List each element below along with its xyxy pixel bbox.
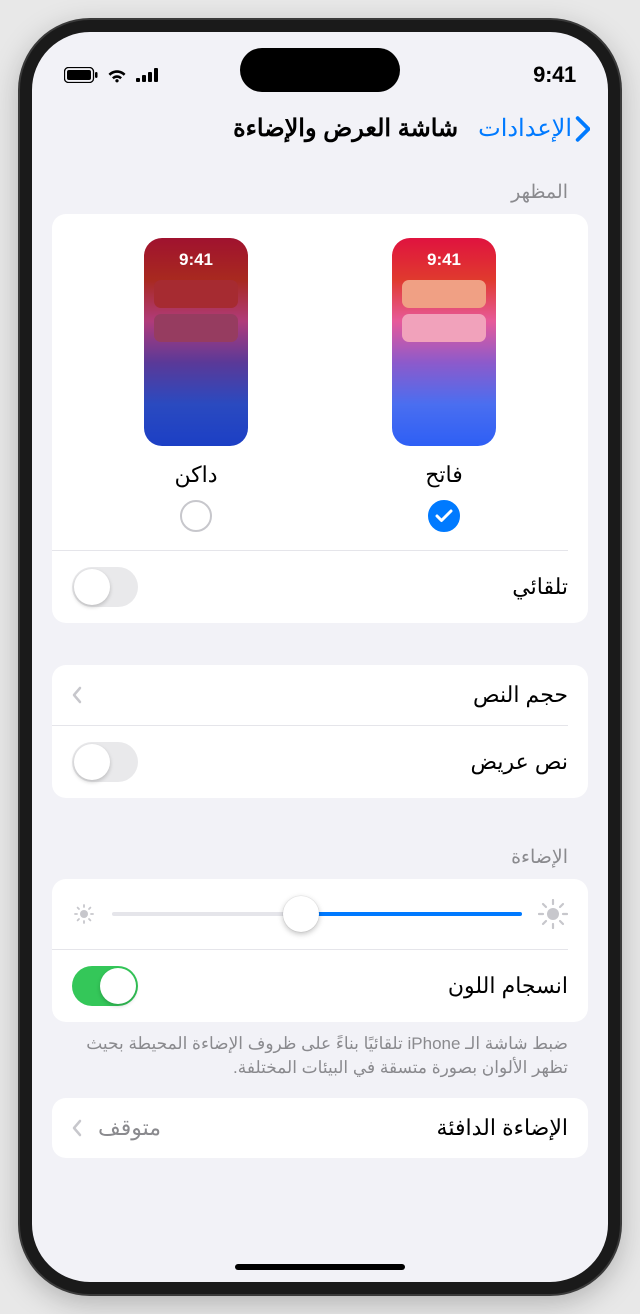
page-title: شاشة العرض والإضاءة [233,114,458,143]
night-shift-row[interactable]: الإضاءة الدافئة متوقف [52,1098,588,1158]
automatic-label: تلقائي [512,574,568,600]
brightness-header: الإضاءة [52,798,588,879]
dark-widget-1 [154,280,238,308]
wifi-icon [106,67,128,83]
text-size-label: حجم النص [473,682,568,708]
dark-label: داكن [174,462,217,488]
dark-radio[interactable] [180,500,212,532]
dark-widget-2 [154,314,238,342]
brightness-slider[interactable] [112,912,522,916]
true-tone-label: انسجام اللون [448,973,568,999]
night-shift-value: متوقف [98,1115,161,1141]
light-widget-2 [402,314,486,342]
sun-max-icon [538,899,568,929]
back-label: الإعدادات [478,114,572,143]
automatic-toggle[interactable] [72,567,138,607]
chevron-right-icon [574,116,590,142]
dynamic-island [240,48,400,92]
bold-text-label: نص عريض [470,749,568,775]
light-label: فاتح [425,462,463,488]
cellular-icon [136,68,158,82]
light-preview: 9:41 [392,238,496,446]
light-radio[interactable] [428,500,460,532]
true-tone-row[interactable]: انسجام اللون [52,950,588,1022]
bold-text-row[interactable]: نص عريض [52,726,588,798]
automatic-row[interactable]: تلقائي [52,551,588,623]
text-card: حجم النص نص عريض [52,665,588,798]
light-mini-time: 9:41 [392,250,496,270]
appearance-card: 9:41 فاتح 9:41 [52,214,588,623]
text-size-row[interactable]: حجم النص [52,665,588,725]
nav-bar: الإعدادات شاشة العرض والإضاءة [32,102,608,161]
light-widget-1 [402,280,486,308]
appearance-header: المظهر [52,161,588,214]
sun-min-icon [72,902,96,926]
night-shift-card: الإضاءة الدافئة متوقف [52,1098,588,1158]
status-time: 9:41 [533,62,576,88]
home-indicator[interactable] [235,1264,405,1270]
night-shift-label: الإضاءة الدافئة [437,1115,568,1141]
chevron-left-icon [72,686,82,704]
true-tone-toggle[interactable] [72,966,138,1006]
back-button[interactable]: الإعدادات [478,114,590,143]
dark-preview: 9:41 [144,238,248,446]
true-tone-note: ضبط شاشة الـ iPhone تلقائيًا بناءً على ظ… [52,1022,588,1098]
appearance-option-light[interactable]: 9:41 فاتح [392,238,496,532]
bold-text-toggle[interactable] [72,742,138,782]
checkmark-icon [435,509,453,523]
dark-mini-time: 9:41 [144,250,248,270]
phone-frame: 9:41 الإعدادات شاشة العرض والإضاءة المظه… [20,20,620,1294]
appearance-option-dark[interactable]: 9:41 داكن [144,238,248,532]
brightness-card: انسجام اللون [52,879,588,1022]
brightness-slider-row[interactable] [52,879,588,949]
battery-icon [64,67,98,83]
brightness-thumb[interactable] [283,896,319,932]
chevron-left-icon [72,1119,82,1137]
